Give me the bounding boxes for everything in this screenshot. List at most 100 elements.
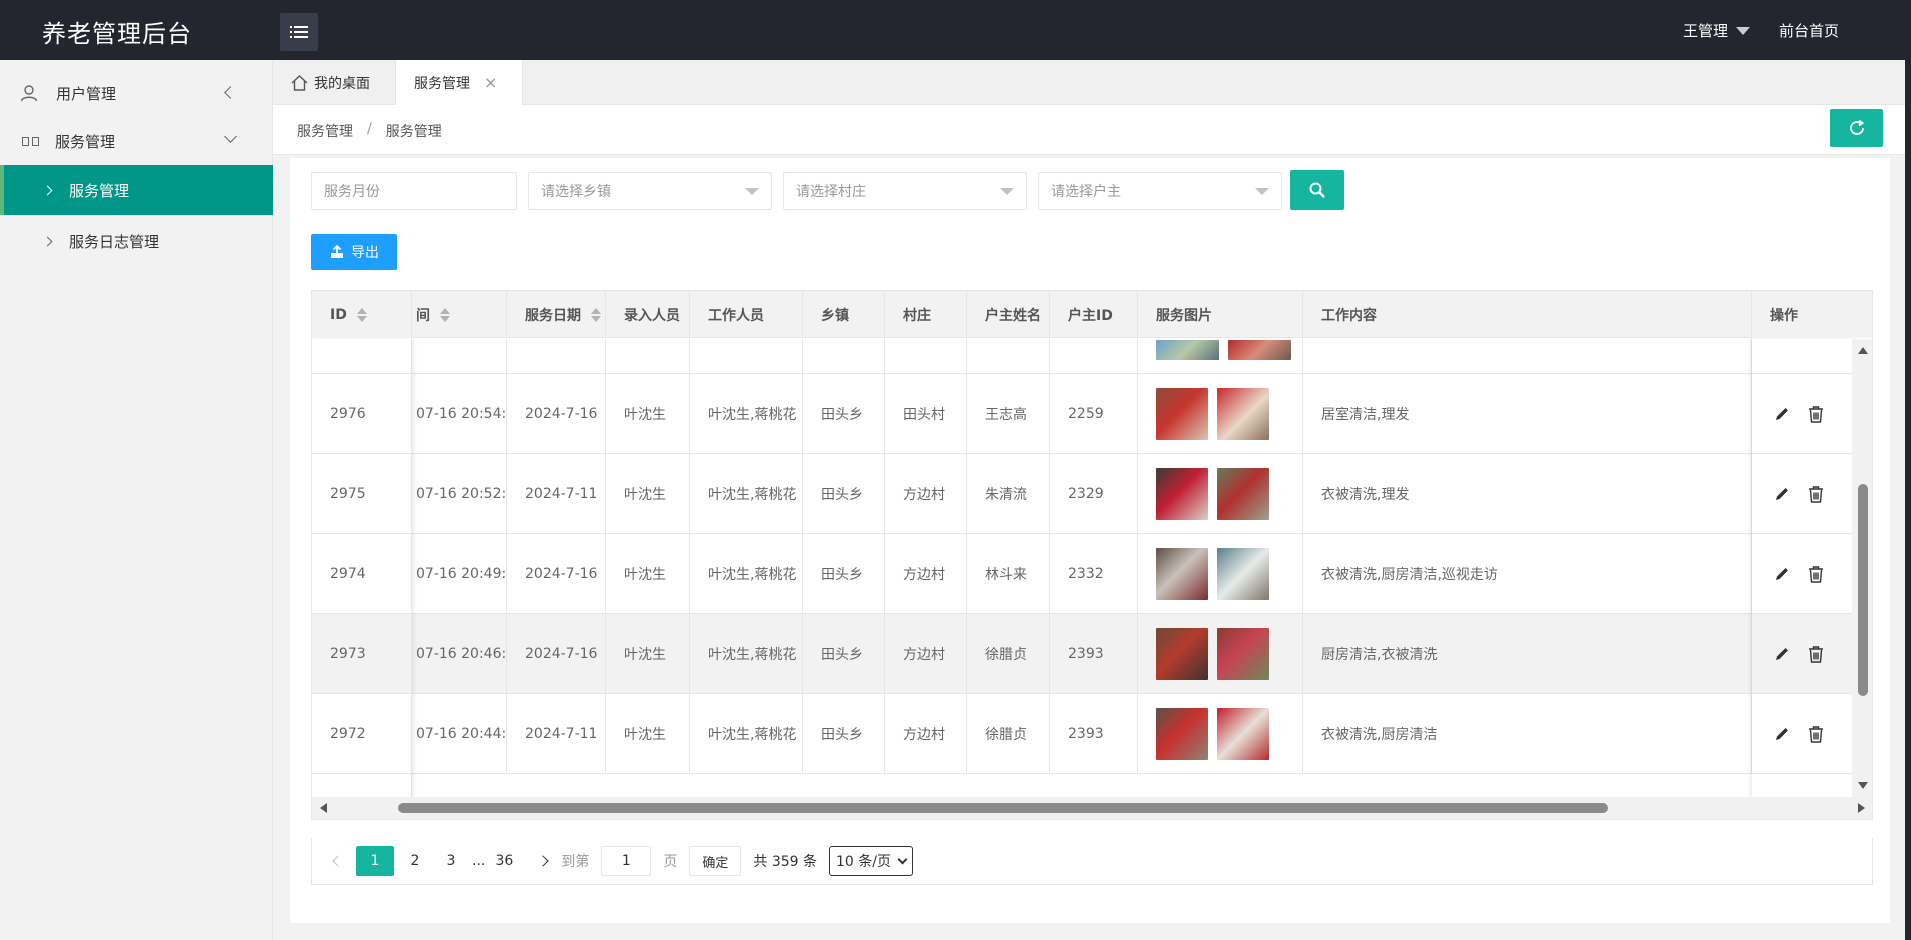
cell-id: 2976	[312, 374, 412, 454]
photo-cell	[1138, 374, 1303, 454]
vertical-scroll-thumb[interactable]	[1858, 484, 1868, 696]
cell-content: 衣被清洗,理发	[1303, 454, 1752, 534]
sidebar-item-user-management[interactable]: 用户管理	[0, 68, 273, 118]
edit-icon[interactable]	[1774, 726, 1790, 742]
per-page-value: 10 条/页	[836, 854, 891, 870]
delete-icon[interactable]	[1808, 405, 1824, 423]
page-button[interactable]: 3	[436, 846, 466, 876]
table-row[interactable]: 297207-16 20:44:342024-7-11叶沈生叶沈生,蒋桃花田头乡…	[312, 694, 1852, 774]
column-header-time[interactable]: 间	[412, 291, 507, 338]
service-photo[interactable]	[1217, 388, 1269, 440]
page-ellipsis: ...	[472, 853, 486, 869]
sidebar-item-label: 服务管理	[55, 132, 116, 151]
table-row[interactable]: 297607-16 20:54:172024-7-16叶沈生叶沈生,蒋桃花田头乡…	[312, 374, 1852, 454]
refresh-icon	[1849, 119, 1864, 135]
table-header: ID 间 服务日期 录入人员 工作人员 乡镇 村庄 户主姓名 户主ID 服务图片…	[312, 291, 1872, 338]
service-photo[interactable]	[1217, 468, 1269, 520]
breadcrumb-item: 服务管理	[385, 124, 442, 140]
town-select[interactable]: 请选择乡镇	[528, 172, 772, 210]
service-photo[interactable]	[1228, 340, 1291, 360]
menu-toggle-button[interactable]	[280, 13, 318, 51]
column-header-actions: 操作	[1752, 291, 1872, 338]
user-menu[interactable]: 王管理	[1683, 20, 1751, 41]
column-header-village: 村庄	[885, 291, 967, 338]
scroll-up-icon[interactable]	[1858, 347, 1868, 354]
cell-name: 徐腊贞	[967, 614, 1050, 694]
column-header-service-photos: 服务图片	[1138, 291, 1303, 338]
scroll-down-icon[interactable]	[1858, 782, 1868, 789]
service-photo[interactable]	[1156, 628, 1208, 680]
delete-icon[interactable]	[1808, 485, 1824, 503]
horizontal-scrollbar[interactable]	[312, 797, 1872, 819]
next-page-icon[interactable]	[537, 855, 550, 867]
sort-icon[interactable]	[591, 307, 601, 322]
service-photo[interactable]	[1217, 628, 1269, 680]
service-photo[interactable]	[1156, 340, 1219, 360]
service-photo[interactable]	[1156, 708, 1208, 760]
sidebar-subitem-service-management[interactable]: 服务管理	[0, 165, 273, 215]
column-label: 工作人员	[708, 307, 764, 324]
export-button[interactable]: 导出	[311, 234, 397, 270]
cell-entry: 叶沈生	[606, 454, 690, 534]
edit-icon[interactable]	[1774, 566, 1790, 582]
table-row[interactable]: 297307-16 20:46:342024-7-16叶沈生叶沈生,蒋桃花田头乡…	[312, 614, 1852, 694]
service-photo[interactable]	[1156, 468, 1208, 520]
sidebar-subitem-service-log[interactable]: 服务日志管理	[0, 216, 273, 266]
household-select[interactable]: 请选择户主	[1038, 172, 1282, 210]
page-button[interactable]: 2	[400, 846, 430, 876]
front-page-link[interactable]: 前台首页	[1779, 20, 1839, 41]
page-button-current[interactable]: 1	[356, 846, 394, 876]
horizontal-scroll-thumb[interactable]	[398, 803, 1608, 813]
sidebar-item-service-management[interactable]: 服务管理	[0, 116, 273, 166]
goto-page-input[interactable]: 1	[601, 846, 652, 876]
edit-icon[interactable]	[1774, 486, 1790, 502]
breadcrumb-item[interactable]: 服务管理	[297, 121, 353, 141]
tab-label: 我的桌面	[314, 75, 370, 92]
per-page-select[interactable]: 10 条/页	[829, 846, 913, 876]
sort-icon[interactable]	[440, 307, 450, 322]
table-row[interactable]: 297507-16 20:52:452024-7-11叶沈生叶沈生,蒋桃花田头乡…	[312, 454, 1852, 534]
search-button[interactable]	[1290, 170, 1344, 210]
service-photo[interactable]	[1156, 388, 1208, 440]
scroll-left-icon[interactable]	[320, 803, 327, 813]
column-header-service-date[interactable]: 服务日期	[507, 291, 606, 338]
sort-icon[interactable]	[356, 307, 367, 322]
chevron-left-icon	[224, 86, 237, 99]
table-row[interactable]: 297407-16 20:49:582024-7-16叶沈生叶沈生,蒋桃花田头乡…	[312, 534, 1852, 614]
cell-village: 方边村	[885, 614, 967, 694]
edit-icon[interactable]	[1774, 406, 1790, 422]
cell-date: 2024-7-16	[507, 374, 606, 454]
goto-confirm-button[interactable]: 确定	[689, 846, 742, 876]
delete-icon[interactable]	[1808, 645, 1824, 663]
delete-icon[interactable]	[1808, 725, 1824, 743]
cell-workers: 叶沈生,蒋桃花	[690, 694, 803, 774]
service-photo[interactable]	[1156, 548, 1208, 600]
service-photo[interactable]	[1217, 548, 1269, 600]
placeholder-text: 请选择户主	[1051, 184, 1121, 200]
refresh-button[interactable]	[1830, 109, 1883, 147]
column-header-id[interactable]: ID	[312, 291, 412, 338]
tab-service-management[interactable]: 服务管理 ×	[395, 60, 523, 105]
column-label: 乡镇	[821, 307, 849, 324]
vertical-scrollbar[interactable]	[1852, 339, 1872, 797]
cell-date: 2024-7-11	[507, 454, 606, 534]
cell-entry: 叶沈生	[606, 614, 690, 694]
actions-cell	[1752, 534, 1852, 614]
column-label: 操作	[1770, 307, 1798, 324]
dropdown-arrow-icon	[1000, 188, 1014, 195]
edit-icon[interactable]	[1774, 646, 1790, 662]
tab-desktop[interactable]: 我的桌面	[291, 60, 391, 105]
prev-page-icon[interactable]	[332, 855, 344, 867]
service-month-input[interactable]: 服务月份	[311, 172, 517, 210]
delete-icon[interactable]	[1808, 565, 1824, 583]
page-button-last[interactable]: 36	[489, 846, 519, 876]
service-photo[interactable]	[1217, 708, 1269, 760]
cell-date: 2024-7-16	[507, 614, 606, 694]
cell-name: 朱清流	[967, 454, 1050, 534]
close-icon[interactable]: ×	[484, 73, 497, 92]
scroll-right-icon[interactable]	[1858, 803, 1865, 813]
cell-name: 徐腊贞	[967, 694, 1050, 774]
user-name: 王管理	[1683, 22, 1729, 40]
dropdown-arrow-icon	[1255, 188, 1269, 195]
village-select[interactable]: 请选择村庄	[783, 172, 1027, 210]
